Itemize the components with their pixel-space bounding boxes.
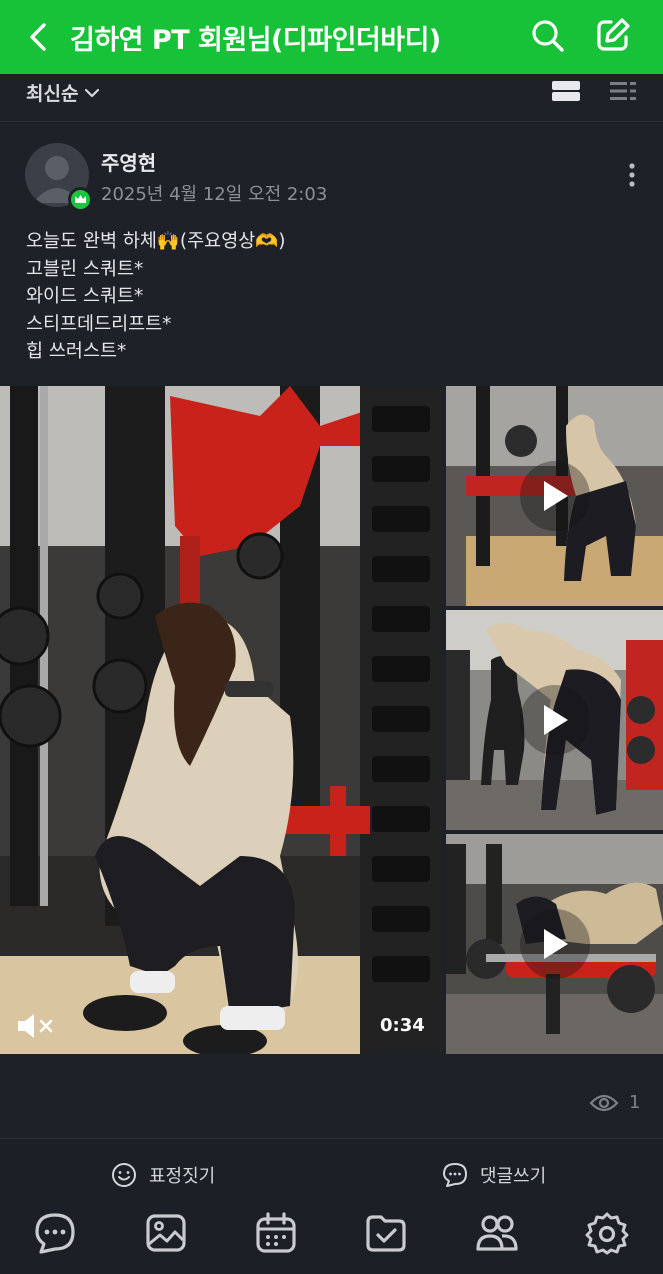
view-count-value: 1 bbox=[629, 1092, 641, 1113]
play-icon[interactable] bbox=[519, 909, 590, 979]
video-thumbnail[interactable] bbox=[446, 386, 663, 606]
post-line: 와이드 스쿼트* bbox=[26, 286, 144, 307]
post-body: 오늘도 완벽 하체🙌(주요영상🫶) 고블린 스쿼트* 와이드 스쿼트* 스티프데… bbox=[26, 228, 626, 366]
eye-icon bbox=[589, 1094, 619, 1111]
post-line: 고블린 스쿼트* bbox=[26, 258, 144, 280]
smile-icon bbox=[112, 1163, 136, 1187]
more-options-icon[interactable] bbox=[622, 160, 642, 190]
crown-icon bbox=[68, 187, 93, 212]
sort-label: 최신순 bbox=[26, 83, 79, 105]
comment-button[interactable]: 댓글쓰기 bbox=[442, 1162, 546, 1188]
muted-speaker-icon[interactable] bbox=[16, 1011, 56, 1041]
search-icon[interactable] bbox=[529, 17, 567, 55]
chevron-down-icon bbox=[85, 88, 100, 97]
post-line: 스티프데드리프트* bbox=[26, 313, 172, 335]
author-name[interactable]: 주영현 bbox=[101, 147, 156, 176]
video-thumbnail[interactable] bbox=[446, 610, 663, 830]
comment-label: 댓글쓰기 bbox=[480, 1166, 547, 1187]
comment-icon bbox=[443, 1163, 467, 1187]
back-icon[interactable] bbox=[22, 20, 54, 54]
chat-icon[interactable] bbox=[33, 1211, 77, 1255]
photo-icon[interactable] bbox=[144, 1211, 188, 1255]
play-icon[interactable] bbox=[519, 461, 590, 531]
video-thumbnail[interactable] bbox=[446, 834, 663, 1054]
emotion-button[interactable]: 표정짓기 bbox=[111, 1162, 215, 1188]
card-view-icon[interactable] bbox=[551, 80, 581, 102]
sort-dropdown[interactable]: 최신순 bbox=[26, 79, 100, 106]
post-line: 오늘도 완벽 하체🙌(주요영상🫶) bbox=[26, 231, 286, 252]
top-bar: 김하연 PT 회원님(디파인더바디) bbox=[0, 0, 663, 74]
emotion-label: 표정짓기 bbox=[149, 1166, 216, 1187]
members-icon[interactable] bbox=[475, 1211, 519, 1255]
page-title: 김하연 PT 회원님(디파인더바디) bbox=[70, 25, 441, 56]
main-video[interactable]: 0:34 bbox=[0, 386, 442, 1054]
post-date: 2025년 4월 12일 오전 2:03 bbox=[101, 184, 328, 205]
video-duration: 0:34 bbox=[380, 1015, 425, 1036]
post-line: 힙 쓰러스트* bbox=[26, 341, 127, 362]
view-count: 1 bbox=[589, 1092, 640, 1113]
edit-icon[interactable] bbox=[594, 16, 632, 54]
bottom-nav bbox=[0, 1206, 663, 1274]
list-view-icon[interactable] bbox=[609, 80, 637, 102]
play-icon[interactable] bbox=[519, 685, 590, 755]
checklist-folder-icon[interactable] bbox=[364, 1211, 408, 1255]
calendar-icon[interactable] bbox=[254, 1211, 298, 1255]
settings-icon[interactable] bbox=[585, 1211, 629, 1255]
media-gallery: 0:34 bbox=[0, 386, 663, 1054]
